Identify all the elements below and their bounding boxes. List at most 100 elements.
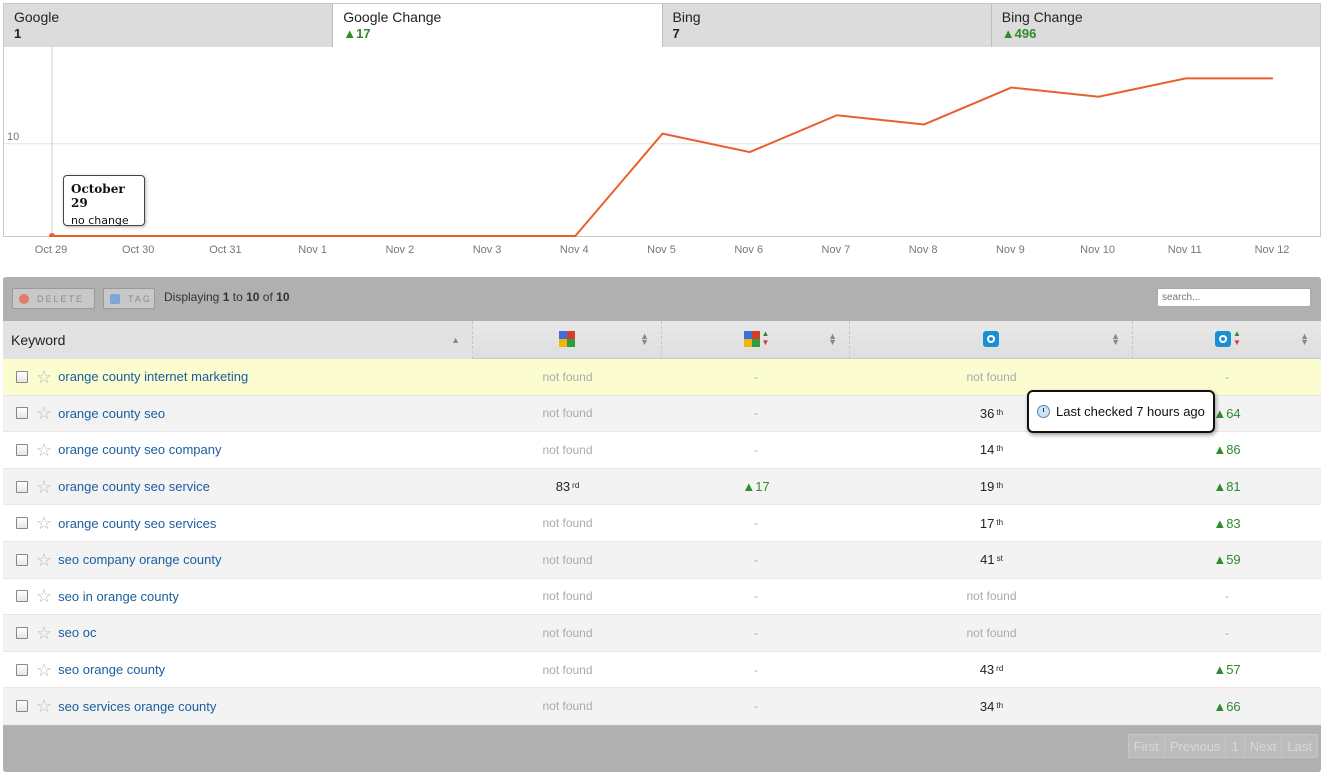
table-row: ☆ seo company orange county not found - 41st…	[3, 541, 1321, 579]
delete-icon	[19, 293, 29, 304]
keyword-link[interactable]: seo orange county	[58, 662, 165, 677]
star-icon[interactable]: ☆	[36, 661, 52, 679]
column-header-bing[interactable]: ▲ ▼	[850, 321, 1133, 359]
pager-last[interactable]: Last	[1281, 734, 1318, 758]
rank-number: 41	[980, 552, 995, 568]
table-row: ☆ seo in orange county not found - not found…	[3, 578, 1321, 616]
table-row: ☆ orange county seo company not found - 14th…	[3, 432, 1321, 469]
bing-rank-cell: not found	[850, 579, 1133, 615]
change-value: ▲64	[1213, 405, 1241, 421]
keyword-link[interactable]: seo oc	[58, 625, 96, 640]
row-checkbox[interactable]	[16, 480, 28, 493]
x-tick-label: Nov 10	[1080, 244, 1115, 256]
row-checkbox[interactable]	[16, 590, 28, 603]
keyword-link[interactable]: orange county seo company	[58, 442, 221, 457]
google-rank-cell: not found	[473, 615, 662, 651]
keyword-link[interactable]: orange county seo services	[58, 516, 216, 531]
keyword-table-panel: DELETE TAG Displaying 1 to 10 of 10 Keyw…	[3, 277, 1321, 772]
column-header-keyword[interactable]: Keyword ▲	[3, 321, 473, 359]
star-icon[interactable]: ☆	[36, 404, 52, 422]
tag-button[interactable]: TAG	[103, 288, 155, 309]
bing-change-cell: -	[1133, 579, 1321, 615]
rank-value: 83rd	[556, 479, 580, 494]
rank-number: 43	[979, 662, 995, 678]
star-icon[interactable]: ☆	[36, 624, 52, 642]
row-checkbox[interactable]	[16, 553, 28, 566]
star-icon[interactable]: ☆	[36, 441, 52, 459]
row-checkbox[interactable]	[16, 663, 28, 676]
data-point[interactable]	[49, 233, 55, 237]
not-found-text: not found	[966, 589, 1017, 604]
sort-asc-icon: ▲	[451, 335, 460, 345]
sort-icon: ▲ ▼	[1300, 331, 1309, 347]
bing-change-cell: -	[1133, 615, 1321, 651]
star-icon[interactable]: ☆	[36, 514, 52, 532]
keyword-link[interactable]: orange county internet marketing	[58, 369, 248, 384]
keyword-cell: ☆ seo company orange county	[3, 542, 473, 578]
tab-google-change[interactable]: Google Change ▲17	[333, 4, 663, 48]
pager-first[interactable]: First	[1127, 734, 1165, 758]
column-header-google[interactable]: ▲ ▼	[473, 321, 662, 359]
column-header-google-change[interactable]: ▲ ▼ ▲ ▼	[662, 321, 850, 359]
bing-rank-cell: 17th	[850, 505, 1133, 541]
google-change-cell: -	[662, 652, 850, 688]
pager-previous[interactable]: Previous	[1163, 734, 1227, 758]
table-row: ☆ orange county seo service 83rd ▲17 19th ▲81	[3, 468, 1321, 506]
keyword-link[interactable]: seo company orange county	[58, 552, 221, 567]
rank-suffix: rd	[996, 664, 1004, 674]
keyword-link[interactable]: orange county seo	[58, 406, 165, 421]
table-row: ☆ seo services orange county not found - 34 t…	[3, 688, 1321, 725]
google-rank-cell: not found	[473, 688, 662, 724]
search-input[interactable]	[1157, 288, 1311, 307]
no-change-dash: -	[1225, 589, 1229, 604]
row-checkbox[interactable]	[16, 407, 28, 420]
pager-1[interactable]: 1	[1225, 734, 1245, 758]
x-tick-label: Nov 9	[995, 244, 1025, 256]
tab-google[interactable]: Google 1	[4, 4, 334, 48]
bing-rank-cell: 43rd	[850, 652, 1133, 688]
up-down-icon: ▲ ▼	[1233, 329, 1241, 347]
keyword-link[interactable]: seo in orange county	[58, 589, 179, 604]
clock-icon	[1037, 405, 1050, 418]
rank-number: 19	[979, 479, 995, 495]
up-down-icon: ▲ ▼	[761, 329, 770, 347]
x-tick-label: Oct 29	[34, 244, 68, 256]
tab-value: ▲496	[1001, 26, 1037, 41]
not-found-text: not found	[542, 552, 593, 567]
keyword-link[interactable]: orange county seo service	[58, 479, 210, 494]
displaying-from: 1	[222, 290, 230, 304]
tab-value: 7	[672, 26, 680, 41]
rank-suffix: st	[996, 554, 1003, 564]
bing-change-cell: ▲83	[1133, 505, 1321, 541]
no-change-dash: -	[754, 662, 758, 677]
star-icon[interactable]: ☆	[36, 587, 52, 605]
column-header-bing-change[interactable]: ▲ ▼ ▲ ▼	[1133, 321, 1321, 359]
row-checkbox[interactable]	[16, 517, 28, 530]
rank-value: 36th	[980, 406, 1003, 421]
no-change-dash: -	[1225, 625, 1229, 640]
tab-bing-change[interactable]: Bing Change ▲496	[991, 4, 1320, 48]
not-found-text: not found	[542, 406, 593, 421]
delete-label: DELETE	[37, 293, 85, 304]
x-tick-label: Nov 8	[908, 244, 938, 256]
change-value: ▲59	[1213, 552, 1241, 568]
star-icon[interactable]: ☆	[36, 368, 52, 386]
x-tick-label: Oct 30	[122, 244, 155, 256]
rank-value: 14th	[980, 442, 1003, 457]
keyword-link[interactable]: seo services orange county	[58, 699, 216, 714]
row-checkbox[interactable]	[16, 370, 28, 383]
delete-button[interactable]: DELETE	[12, 288, 95, 309]
tab-bing[interactable]: Bing 7	[662, 4, 992, 48]
keyword-cell: ☆ seo orange county	[3, 652, 473, 688]
tab-value: 1	[14, 26, 22, 41]
star-icon[interactable]: ☆	[36, 551, 52, 569]
row-checkbox[interactable]	[16, 443, 28, 456]
star-icon[interactable]: ☆	[36, 478, 52, 496]
star-icon[interactable]: ☆	[36, 697, 52, 715]
pager-next[interactable]: Next	[1243, 734, 1283, 758]
rank-value: 34th	[980, 699, 1003, 714]
row-checkbox[interactable]	[16, 700, 28, 713]
change-value: ▲83	[1213, 515, 1241, 531]
row-checkbox[interactable]	[16, 626, 28, 639]
not-found-text: not found	[542, 442, 593, 457]
